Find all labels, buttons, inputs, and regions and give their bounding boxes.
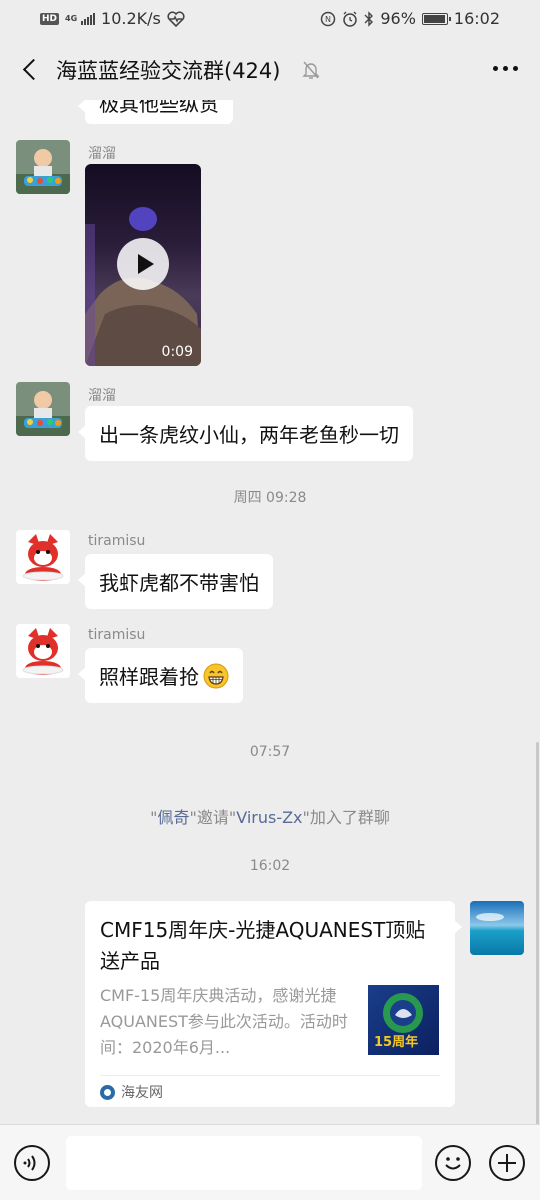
message-text: 出一条虎纹小仙，两年老鱼秒一切 (99, 423, 399, 447)
signal-icon (81, 12, 96, 25)
source-name: 海友网 (121, 1085, 163, 1101)
avatar-cartoon-fox-image (16, 530, 70, 584)
avatar-cartoon-fox-image (16, 624, 70, 678)
avatar[interactable] (16, 382, 70, 436)
timestamp: 周四 09:28 (233, 490, 307, 506)
avatar[interactable] (16, 530, 70, 584)
message-bubble[interactable]: 出一条虎纹小仙，两年老鱼秒一切 (78, 406, 413, 461)
more-dot (493, 66, 498, 71)
message-text: 极其他些纵贯 (99, 100, 219, 116)
message-bubble[interactable]: 我虾虎都不带害怕 (78, 554, 273, 609)
chevron-left-icon (22, 58, 44, 80)
emoji-button[interactable] (435, 1145, 471, 1181)
my-avatar[interactable] (470, 901, 524, 955)
system-message: "佩奇"邀请"Virus-Zx"加入了群聊 (0, 804, 540, 828)
battery-fill (423, 14, 445, 23)
avatar[interactable] (16, 624, 70, 678)
sender-name: tiramisu (88, 627, 146, 643)
avatar[interactable] (16, 140, 70, 194)
plus-icon (498, 1154, 516, 1172)
play-icon[interactable] (117, 238, 169, 290)
message-bubble[interactable]: 照样跟着抢 (78, 648, 243, 703)
system-text: "加入了群聊 (302, 808, 390, 827)
message-text: 我虾虎都不带害怕 (99, 571, 259, 595)
timestamp: 16:02 (249, 858, 291, 874)
battery-icon (421, 12, 451, 25)
avatar-baby-image (16, 382, 70, 436)
hd-badge: HD (40, 12, 60, 25)
alarm-icon (343, 11, 358, 27)
source-app-icon (100, 1084, 115, 1100)
chat-area[interactable]: 极其他些纵贯 溜溜 0:09 溜溜 出一条虎纹小仙，两年老鱼秒一切 周四 09:… (0, 100, 540, 1124)
scrollbar[interactable] (536, 742, 539, 1124)
avatar-ocean-image (470, 901, 524, 955)
timestamp: 07:57 (249, 744, 291, 760)
network-type: 4G (65, 13, 78, 23)
video-duration: 0:09 (161, 344, 193, 360)
video-message[interactable]: 0:09 (85, 164, 201, 366)
voice-icon (23, 1155, 36, 1171)
avatar-baby-image (16, 140, 70, 194)
clock: 16:02 (453, 9, 500, 28)
chat-title: 海蓝蓝经验交流群(424) (56, 59, 281, 83)
message-input[interactable] (66, 1136, 422, 1190)
grin-emoji-icon (203, 663, 229, 688)
message-bubble[interactable]: 极其他些纵贯 (78, 100, 233, 124)
nfc-icon: N (321, 11, 336, 26)
thumbnail-text: 15周年 (374, 1035, 419, 1050)
divider (100, 1075, 440, 1076)
heart-icon (167, 10, 185, 27)
system-text: "邀请" (189, 808, 237, 827)
battery-percent: 96% (380, 9, 416, 28)
more-dot (503, 66, 508, 71)
message-text: 照样跟着抢 (99, 665, 199, 689)
link-card-message[interactable]: CMF15周年庆-光捷AQUANEST顶贴送产品 CMF-15周年庆典活动，感谢… (85, 901, 462, 1107)
more-dot (513, 66, 518, 71)
sender-name: 溜溜 (88, 146, 116, 162)
sender-name: tiramisu (88, 533, 146, 549)
invitee-name[interactable]: Virus-Zx (236, 808, 302, 827)
svg-text:N: N (325, 15, 331, 24)
more-button[interactable] (493, 66, 518, 71)
status-bar: HD 4G 10.2K/s N 96% 16:02 (0, 0, 540, 38)
status-left: HD 4G 10.2K/s (40, 9, 185, 28)
bluetooth-icon (364, 10, 374, 27)
back-button[interactable] (14, 52, 44, 86)
link-thumbnail: 15周年 (368, 985, 439, 1055)
voice-button[interactable] (14, 1145, 50, 1181)
mute-bell-icon (302, 61, 320, 79)
nav-bar: 海蓝蓝经验交流群(424) (0, 38, 540, 100)
input-bar (0, 1124, 540, 1200)
smile-icon (445, 1157, 461, 1170)
inviter-name[interactable]: 佩奇 (157, 808, 189, 827)
sender-name: 溜溜 (88, 388, 116, 404)
link-description: CMF-15周年庆典活动，感谢光捷AQUANEST参与此次活动。活动时间：202… (100, 986, 348, 1057)
link-title: CMF15周年庆-光捷AQUANEST顶贴送产品 (100, 918, 426, 973)
add-button[interactable] (489, 1145, 525, 1181)
status-right: N 96% 16:02 (320, 9, 500, 28)
network-speed: 10.2K/s (101, 9, 161, 28)
link-source: 海友网 (100, 1082, 163, 1102)
